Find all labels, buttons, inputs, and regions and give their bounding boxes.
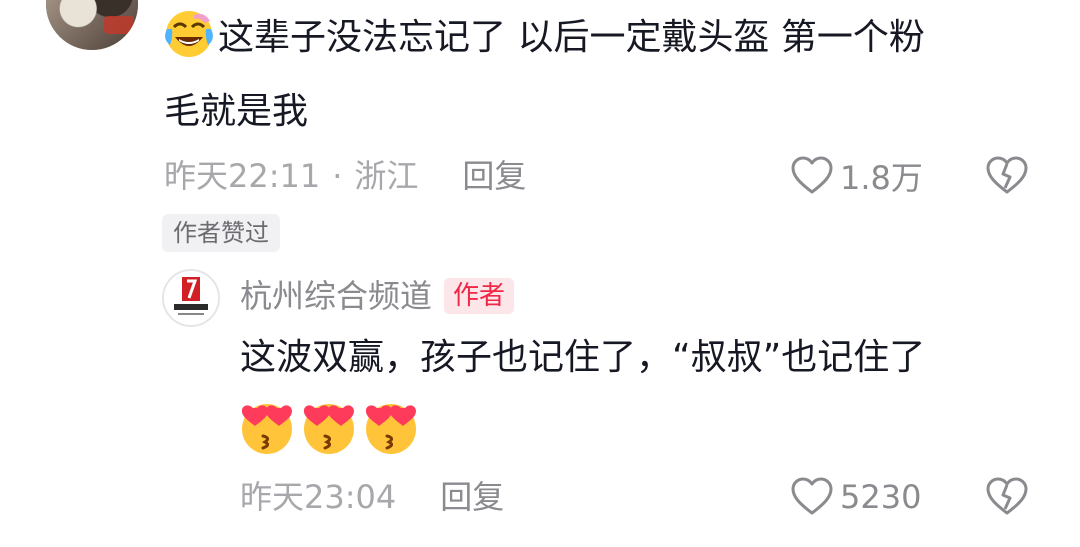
reply-text: 这波双赢，孩子也记住了，“叔叔”也记住了 xyxy=(240,337,926,378)
reply-dislike-icon[interactable] xyxy=(985,475,1029,519)
laughing-crying-emoji-icon xyxy=(165,11,213,57)
comment-text-line-2: 毛就是我 xyxy=(164,91,309,132)
channel-logo-icon xyxy=(174,277,208,315)
author-tag-badge: 作者 xyxy=(444,278,515,314)
like-button[interactable]: 1.8万 xyxy=(790,154,923,198)
reply-like-count: 5230 xyxy=(840,478,922,516)
reply-author-row: 杭州综合频道 作者 xyxy=(240,274,515,318)
like-count: 1.8万 xyxy=(840,159,923,197)
dislike-icon[interactable] xyxy=(985,154,1029,198)
comment-text-line-1: 这辈子没法忘记了 以后一定戴头盔 第一个粉 xyxy=(164,6,1034,70)
reply-meta: 昨天23:04 回复 xyxy=(240,477,504,517)
comment-time: 昨天22:11 xyxy=(164,157,321,195)
heart-eyes-kiss-emoji-icon xyxy=(365,404,416,454)
reply-time: 昨天23:04 xyxy=(240,478,397,516)
commenter-avatar[interactable] xyxy=(46,0,138,50)
reply-reply-button[interactable]: 回复 xyxy=(440,478,504,516)
reply-button[interactable]: 回复 xyxy=(462,157,526,195)
reply-author-avatar[interactable] xyxy=(162,269,220,327)
reply-author-name[interactable]: 杭州综合频道 xyxy=(240,274,432,318)
heart-icon xyxy=(791,477,833,515)
author-liked-badge: 作者赞过 xyxy=(162,214,280,252)
comment-meta: 昨天22:11 · 浙江 回复 xyxy=(164,156,526,196)
comment-location: 浙江 xyxy=(354,157,419,195)
reply-emoji-row xyxy=(238,398,420,456)
reply-like-button[interactable]: 5230 xyxy=(790,475,921,519)
comment-line-1-text: 这辈子没法忘记了 以后一定戴头盔 第一个粉 xyxy=(218,17,925,58)
heart-eyes-kiss-emoji-icon xyxy=(241,404,292,454)
meta-separator: · xyxy=(332,157,343,195)
heart-icon xyxy=(791,156,833,194)
heart-eyes-kiss-emoji-icon xyxy=(303,404,354,454)
avatar-image-detail xyxy=(104,16,134,34)
